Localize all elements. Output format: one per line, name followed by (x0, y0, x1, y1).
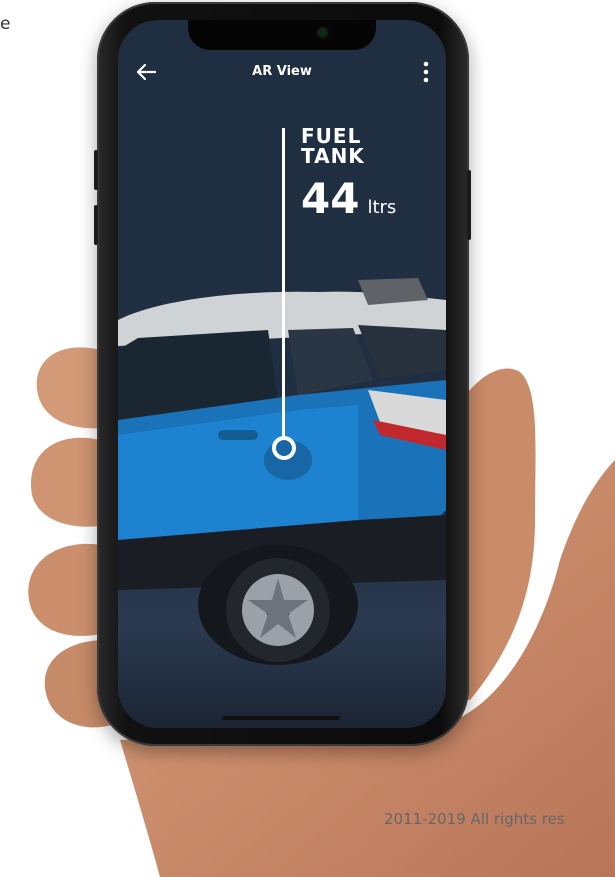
volume-up-button (94, 150, 98, 190)
fuel-tank-callout: FUEL TANK 44 ltrs (301, 126, 401, 223)
power-button (467, 170, 471, 240)
copyright-text: 2011-2019 All rights res (384, 810, 565, 828)
callout-pointer-line (282, 128, 285, 440)
callout-value: 44 (301, 174, 360, 223)
more-options-button[interactable] (414, 58, 438, 86)
home-indicator[interactable] (222, 716, 340, 720)
notch (188, 20, 376, 50)
fuel-tank-hotspot[interactable] (272, 436, 296, 460)
screen-title: AR View (252, 64, 312, 79)
more-vertical-icon (423, 61, 429, 83)
app-screen: AR View FUEL TANK 44 ltrs (118, 20, 446, 728)
callout-value-row: 44 ltrs (301, 174, 401, 223)
front-camera (318, 28, 327, 37)
app-top-bar: AR View (118, 56, 446, 88)
volume-down-button (94, 205, 98, 245)
callout-unit: ltrs (367, 197, 397, 218)
callout-label: FUEL TANK (301, 124, 365, 168)
